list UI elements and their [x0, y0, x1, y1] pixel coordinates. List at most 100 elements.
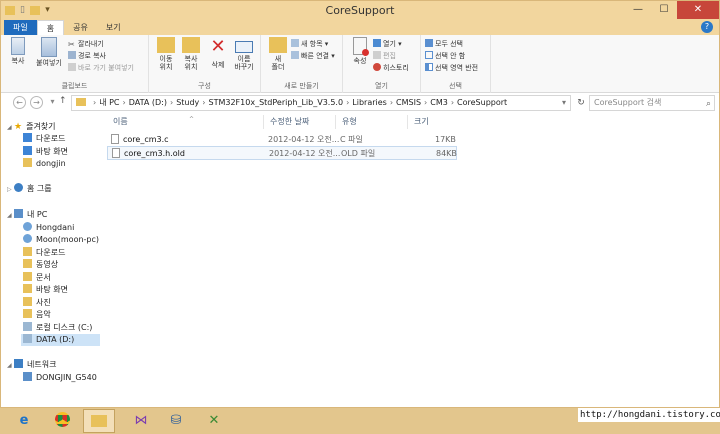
column-header-date[interactable]: 수정한 날짜 — [264, 115, 336, 129]
visual-studio-icon[interactable]: ⋈ — [125, 409, 157, 433]
breadcrumb-libraries[interactable]: Libraries — [352, 98, 387, 107]
nav-this-pc[interactable]: ◢ 내 PC — [7, 209, 47, 221]
history-label: 히스토리 — [383, 64, 409, 72]
open-button[interactable]: 열기 ▾ — [373, 39, 402, 50]
tab-file[interactable]: 파일 — [4, 20, 37, 35]
refresh-button[interactable]: ↻ — [574, 95, 588, 111]
close-button[interactable]: ✕ — [677, 1, 719, 19]
new-group-label: 새로 만들기 — [284, 82, 319, 90]
nav-item-documents[interactable]: 문서 — [23, 272, 51, 284]
breadcrumb-coresupport[interactable]: CoreSupport — [457, 98, 507, 107]
breadcrumb-sep: › — [450, 98, 455, 107]
search-input[interactable]: CoreSupport 검색 ⌕ — [589, 95, 715, 111]
select-group-label: 선택 — [449, 82, 462, 90]
column-header-size[interactable]: 크기 — [408, 115, 458, 129]
rename-icon — [235, 41, 253, 53]
chevron-down-icon[interactable]: ▾ — [562, 96, 566, 110]
drive-icon — [23, 334, 32, 343]
file-size-cell: 17KB — [435, 135, 456, 144]
chrome-icon[interactable] — [46, 409, 78, 433]
copy-folder-icon — [182, 37, 200, 53]
nav-item-hongdani[interactable]: Hongdani — [23, 222, 74, 234]
column-header-type[interactable]: 유형 — [336, 115, 408, 129]
nav-item-data-d[interactable]: DATA (D:) — [21, 334, 100, 346]
address-row: ← → ▾ ↑ › 내 PC › DATA (D:) › Study › STM32F10x_… — [1, 94, 719, 112]
breadcrumb-data-drive[interactable]: DATA (D:) — [129, 98, 167, 107]
properties-button[interactable]: 속성 — [346, 37, 374, 65]
ribbon: 복사 붙여넣기 ✂ 잘라내기 경로 복사 바로 가기 붙여넣기 클립보드 이동 위… — [1, 35, 719, 93]
select-none-button[interactable]: 선택 안 함 — [425, 51, 465, 62]
new-item-button[interactable]: 새 항목 ▾ — [291, 39, 328, 50]
tab-view[interactable]: 보기 — [97, 20, 130, 35]
nav-item-moon[interactable]: Moon(moon-pc) — [23, 234, 99, 246]
breadcrumb-sep: › — [169, 98, 174, 107]
cut-button[interactable]: ✂ 잘라내기 — [68, 39, 104, 50]
delete-button[interactable]: ✕ 삭제 — [204, 37, 232, 70]
tab-home[interactable]: 홈 — [36, 20, 65, 35]
breadcrumb-cmsis[interactable]: CMSIS — [396, 98, 421, 107]
copy-path-button[interactable]: 경로 복사 — [68, 51, 106, 62]
nav-item-pictures[interactable]: 사진 — [23, 297, 51, 309]
nav-item-music[interactable]: 음악 — [23, 309, 51, 321]
edit-button[interactable]: 편집 — [373, 51, 396, 62]
nav-item-desktop[interactable]: 바탕 화면 — [23, 146, 68, 158]
breadcrumb-study[interactable]: Study — [176, 98, 199, 107]
breadcrumb-stm32lib[interactable]: STM32F10x_StdPeriph_Lib_V3.5.0 — [209, 98, 344, 107]
forward-button[interactable]: → — [30, 96, 43, 109]
nav-item-pc-downloads[interactable]: 다운로드 — [23, 247, 65, 259]
file-row[interactable]: core_cm3.h.old 2012-04-12 오전... OLD 파일 8… — [107, 146, 457, 160]
url-overlay-text: http://hongdani.tistory.com — [578, 408, 720, 422]
minimize-button[interactable]: — — [625, 1, 651, 19]
nav-item-local-disk-c[interactable]: 로컬 디스크 (C:) — [23, 322, 92, 334]
up-button[interactable]: ↑ — [59, 96, 67, 106]
address-bar[interactable]: › 내 PC › DATA (D:) › Study › STM32F10x_StdPerip… — [71, 95, 571, 111]
paste-shortcut-button[interactable]: 바로 가기 붙여넣기 — [68, 63, 134, 74]
paste-button[interactable]: 붙여넣기 — [33, 37, 65, 67]
nav-item-dongjin[interactable]: dongjin — [23, 158, 66, 170]
maximize-button[interactable]: ☐ — [651, 1, 677, 19]
nav-item-dongjin-g540[interactable]: DONGJIN_G540 — [23, 372, 97, 384]
file-explorer-icon[interactable] — [83, 409, 115, 433]
breadcrumb-sep: › — [93, 98, 97, 107]
breadcrumb-sep: › — [122, 98, 126, 107]
breadcrumb-cm3[interactable]: CM3 — [430, 98, 448, 107]
nav-item-label: 다운로드 — [36, 134, 66, 143]
rename-button[interactable]: 이름 바꾸기 — [230, 37, 258, 71]
help-icon[interactable]: ? — [701, 21, 713, 33]
drive-icon — [23, 322, 32, 331]
paste-icon — [41, 37, 57, 57]
network-icon — [14, 359, 23, 368]
invert-selection-button[interactable]: 선택 영역 반전 — [425, 63, 478, 74]
ie-icon[interactable]: e — [8, 409, 40, 433]
easy-access-label: 빠른 연결 — [301, 52, 329, 60]
tab-share[interactable]: 공유 — [64, 20, 97, 35]
ribbon-tabs: 파일 홈 공유 보기 — [1, 20, 719, 35]
recent-dropdown[interactable]: ▾ — [46, 96, 59, 109]
documents-folder-icon — [23, 272, 32, 281]
select-all-button[interactable]: 모두 선택 — [425, 39, 463, 50]
nav-favorites[interactable]: ◢ ★ 즐겨찾기 — [7, 121, 56, 133]
breadcrumb-sep: › — [202, 98, 206, 107]
pictures-folder-icon — [23, 297, 32, 306]
network-tool-icon[interactable]: ⛁ — [160, 409, 192, 433]
breadcrumb-sep: › — [424, 98, 428, 107]
easy-access-button[interactable]: 빠른 연결 ▾ — [291, 51, 335, 62]
new-folder-button[interactable]: 새 폴더 — [264, 37, 292, 71]
nav-homegroup[interactable]: ▷ 홈 그룹 — [7, 183, 52, 195]
breadcrumb-this-pc[interactable]: 내 PC — [99, 98, 119, 107]
file-row[interactable]: core_cm3.c 2012-04-12 오전... C 파일 17KB — [107, 133, 457, 147]
column-header-name[interactable]: 이름 ^ — [107, 115, 264, 129]
copy-button[interactable]: 복사 — [4, 37, 32, 65]
back-button[interactable]: ← — [13, 96, 26, 109]
nav-item-pc-desktop[interactable]: 바탕 화면 — [23, 284, 68, 296]
copy-to-button[interactable]: 복사 위치 — [177, 37, 205, 71]
history-button[interactable]: 히스토리 — [373, 63, 409, 74]
file-date-cell: 2012-04-12 오전... — [269, 149, 341, 158]
copy-label: 복사 — [11, 57, 25, 65]
tools-icon[interactable]: ✕ — [198, 409, 230, 433]
nav-network[interactable]: ◢ 네트워크 — [7, 359, 56, 371]
nav-item-downloads[interactable]: 다운로드 — [23, 133, 65, 145]
nav-item-videos[interactable]: 동영상 — [23, 259, 58, 271]
new-item-label: 새 항목 — [301, 40, 323, 48]
move-to-button[interactable]: 이동 위치 — [152, 37, 180, 71]
